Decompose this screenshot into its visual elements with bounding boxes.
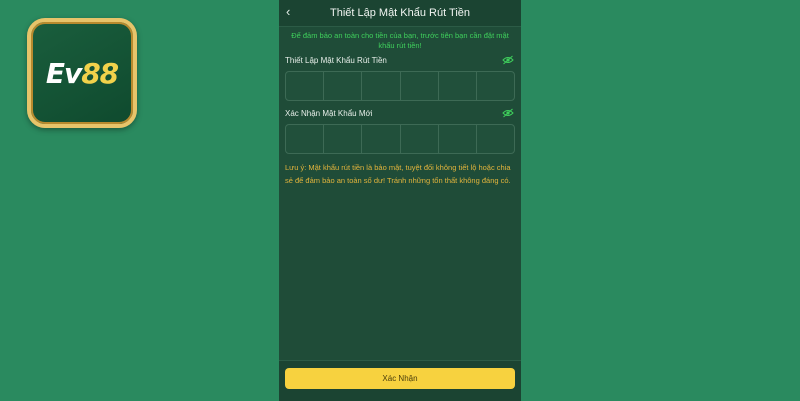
set-password-input[interactable] <box>285 71 515 101</box>
pin-cell[interactable] <box>286 72 325 100</box>
footer-bar: Xác Nhận <box>279 360 521 401</box>
pin-cell[interactable] <box>477 72 514 100</box>
security-notice: Để đảm bảo an toàn cho tiền của bạn, trư… <box>291 31 509 50</box>
confirm-button[interactable]: Xác Nhận <box>285 368 515 389</box>
confirm-password-input[interactable] <box>285 124 515 154</box>
confirm-password-label: Xác Nhận Mật Khẩu Mới <box>285 109 373 118</box>
eye-off-icon[interactable] <box>502 55 514 65</box>
logo-text-number: 88 <box>81 56 119 90</box>
logo-text: Ev88 <box>45 56 119 90</box>
pin-cell[interactable] <box>362 125 401 153</box>
pin-cell[interactable] <box>477 125 514 153</box>
pin-cell[interactable] <box>324 125 363 153</box>
phone-screen: ‹ Thiết Lập Mật Khẩu Rút Tiền Để đảm bảo… <box>279 0 521 401</box>
logo-text-letters: Ev <box>45 56 82 90</box>
ev88-logo: Ev88 <box>27 18 137 128</box>
header-bar: ‹ Thiết Lập Mật Khẩu Rút Tiền <box>279 0 521 27</box>
pin-cell[interactable] <box>439 125 477 153</box>
pin-cell[interactable] <box>401 72 439 100</box>
pin-cell[interactable] <box>362 72 401 100</box>
chevron-left-icon[interactable]: ‹ <box>286 4 290 20</box>
eye-off-icon[interactable] <box>502 108 514 118</box>
pin-cell[interactable] <box>324 72 363 100</box>
pin-cell[interactable] <box>439 72 477 100</box>
pin-cell[interactable] <box>286 125 325 153</box>
set-password-label: Thiết Lập Mật Khẩu Rút Tiền <box>285 56 387 65</box>
page-title: Thiết Lập Mật Khẩu Rút Tiền <box>329 7 471 19</box>
warning-note: Lưu ý: Mật khẩu rút tiền là bảo mật, tuy… <box>285 163 511 185</box>
pin-cell[interactable] <box>401 125 439 153</box>
